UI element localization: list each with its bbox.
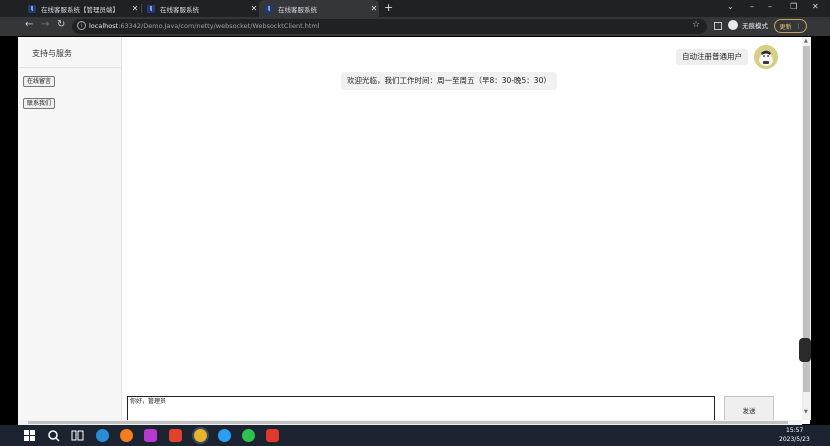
forward-icon[interactable]: →: [41, 19, 49, 30]
taskbar: 15:57 2023/5/23: [0, 425, 830, 446]
address-bar[interactable]: i localhost:63342/Demo.Java/com/netty/we…: [72, 19, 707, 34]
tab-search-icon[interactable]: ⌄: [727, 2, 734, 11]
search-icon[interactable]: [47, 429, 60, 442]
scroll-up-icon[interactable]: ▲: [804, 38, 808, 44]
incognito-icon: [728, 20, 738, 30]
screen: { "browser": { "tabs": [ {"title": "在线客服…: [0, 0, 830, 446]
minimize-upper-icon[interactable]: –: [750, 2, 754, 11]
update-label: 更新: [779, 23, 792, 31]
user-avatar-icon: [754, 45, 778, 69]
incognito-indicator[interactable]: 无痕模式: [728, 20, 768, 30]
side-panel-icon[interactable]: [714, 22, 722, 30]
leave-message-button[interactable]: 在线留言: [23, 76, 56, 87]
sidebar-divider: [18, 67, 122, 68]
tab-title: 在线客服系统【管理员端】: [41, 5, 119, 14]
page-viewport: 支持与服务 在线留言 联系我们 自动注册普通用户 欢迎光临，我们工作时间：周一至…: [18, 37, 810, 424]
scroll-down-icon[interactable]: ▼: [804, 409, 808, 415]
wechat-icon[interactable]: [242, 429, 255, 442]
firefox-icon[interactable]: [120, 429, 133, 442]
tab-client-2[interactable]: IJ 在线客服系统 ✕: [259, 0, 379, 17]
restore-icon[interactable]: ❐: [790, 2, 797, 11]
edge-icon[interactable]: [96, 429, 109, 442]
close-icon[interactable]: ✕: [130, 4, 140, 13]
update-button[interactable]: 更新 ⋮: [774, 19, 807, 33]
close-icon[interactable]: ✕: [369, 4, 379, 13]
clock-date: 2023/5/23: [779, 436, 810, 443]
bookmark-star-icon[interactable]: ☆: [692, 20, 700, 30]
avatar: [754, 45, 778, 69]
new-tab-button[interactable]: +: [384, 1, 393, 14]
recorder-icon[interactable]: [266, 429, 279, 442]
git-icon[interactable]: [169, 429, 182, 442]
url-path: :63342/Demo.Java/com/netty/websocket/Web…: [118, 22, 320, 30]
reload-icon[interactable]: ↻: [57, 19, 65, 30]
task-view-icon[interactable]: [71, 429, 84, 442]
intellij-icon: IJ: [147, 4, 155, 13]
clock-time: 15:57: [786, 427, 804, 434]
side-handle[interactable]: [799, 338, 811, 362]
close-icon[interactable]: ✕: [249, 4, 259, 13]
incognito-label: 无痕模式: [742, 22, 768, 30]
url-text[interactable]: localhost:63342/Demo.Java/com/netty/webs…: [89, 22, 320, 30]
close-window-icon[interactable]: ✕: [812, 2, 819, 11]
back-icon[interactable]: ←: [25, 19, 33, 30]
chat-area: 自动注册普通用户 欢迎光临，我们工作时间：周一至周五（早8：30-晚5：30） …: [123, 37, 796, 424]
url-host: localhost: [89, 22, 119, 30]
search-app-icon[interactable]: [218, 429, 231, 442]
intellij-icon: IJ: [28, 4, 36, 13]
tab-title: 在线客服系统: [278, 5, 317, 14]
user-name-bubble: 自动注册普通用户: [676, 49, 748, 65]
sidebar: 支持与服务 在线留言 联系我们: [18, 37, 122, 424]
tab-title: 在线客服系统: [160, 5, 199, 14]
vertical-scrollbar[interactable]: ▲ ▼: [802, 37, 811, 420]
tab-admin[interactable]: IJ 在线客服系统【管理员端】 ✕: [22, 0, 140, 17]
menu-dots-icon: ⋮: [795, 22, 802, 30]
minimize-icon[interactable]: –: [768, 2, 772, 11]
contact-us-button[interactable]: 联系我们: [23, 98, 56, 109]
tab-client-1[interactable]: IJ 在线客服系统 ✕: [141, 0, 259, 17]
welcome-message: 欢迎光临，我们工作时间：周一至周五（早8：30-晚5：30）: [341, 72, 557, 90]
windows-start-icon[interactable]: [24, 430, 35, 441]
scroll-thumb[interactable]: [28, 421, 788, 424]
tab-strip: IJ 在线客服系统【管理员端】 ✕ IJ 在线客服系统 ✕ IJ 在线客服系统 …: [0, 0, 830, 17]
chrome-icon[interactable]: [194, 429, 207, 442]
intellij-icon: IJ: [265, 4, 273, 13]
info-icon[interactable]: i: [77, 21, 86, 30]
browser-toolbar: ← → ↻ i localhost:63342/Demo.Java/com/ne…: [0, 17, 830, 36]
sidebar-title: 支持与服务: [32, 49, 72, 58]
intellij-idea-icon[interactable]: [144, 429, 157, 442]
